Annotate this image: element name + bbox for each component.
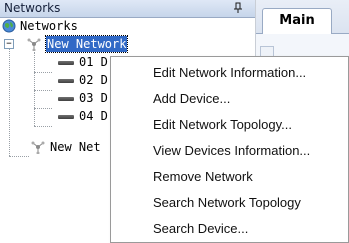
- menu-item-edit-network-topology[interactable]: Edit Network Topology...: [112, 112, 347, 138]
- tree-item-new-network[interactable]: − New Network: [0, 35, 255, 53]
- tree-item-device[interactable]: 04 D: [0, 108, 110, 124]
- globe-icon: [2, 19, 16, 33]
- network-icon: [31, 141, 45, 154]
- device-icon: [58, 79, 74, 83]
- tree-item-networks[interactable]: Networks: [0, 18, 255, 34]
- menu-item-search-network-topology[interactable]: Search Network Topology: [112, 190, 347, 216]
- context-menu: Edit Network Information... Add Device..…: [110, 56, 349, 243]
- tree-label: 02 D: [79, 73, 108, 87]
- menu-item-label: Edit Network Topology...: [153, 117, 292, 132]
- tree-label-selected: New Network: [44, 35, 129, 53]
- menu-item-label: View Devices Information...: [153, 143, 311, 158]
- network-icon: [27, 38, 41, 51]
- tree-label: 01 D: [79, 55, 108, 69]
- device-icon: [58, 97, 74, 101]
- menu-item-search-device[interactable]: Search Device...: [112, 216, 347, 242]
- tree-label: Networks: [20, 19, 78, 33]
- device-icon: [58, 115, 74, 119]
- menu-item-label: Search Network Topology: [153, 195, 301, 210]
- tree-label: New Net: [50, 140, 101, 154]
- pin-icon[interactable]: [233, 2, 243, 14]
- tree-label: 04 D: [79, 109, 108, 123]
- panel-title: Networks: [4, 1, 61, 15]
- tree-item-device[interactable]: 01 D: [0, 54, 110, 70]
- menu-item-add-device[interactable]: Add Device...: [112, 86, 347, 112]
- tab-main[interactable]: Main: [262, 8, 332, 34]
- panel-header: Networks: [0, 0, 255, 18]
- menu-item-label: Remove Network: [153, 169, 253, 184]
- menu-item-label: Add Device...: [153, 91, 231, 106]
- collapse-toggle[interactable]: −: [4, 39, 14, 49]
- tree-connector: [34, 126, 52, 127]
- menu-item-remove-network[interactable]: Remove Network: [112, 164, 347, 190]
- menu-item-edit-network-information[interactable]: Edit Network Information...: [112, 60, 347, 86]
- tree-item-device[interactable]: 02 D: [0, 72, 110, 88]
- menu-item-label: Edit Network Information...: [153, 65, 307, 80]
- tree-item-new-network-2[interactable]: New Net: [0, 139, 110, 155]
- tree-connector: [9, 156, 29, 157]
- tab-strip: Main: [256, 0, 349, 34]
- tree-label: 03 D: [79, 91, 108, 105]
- tree-item-device[interactable]: 03 D: [0, 90, 110, 106]
- device-icon: [58, 61, 74, 65]
- menu-item-label: Search Device...: [153, 221, 249, 236]
- menu-item-view-devices-information[interactable]: View Devices Information...: [112, 138, 347, 164]
- app-window: Networks Networks − New Network 01 D 02 …: [0, 0, 349, 243]
